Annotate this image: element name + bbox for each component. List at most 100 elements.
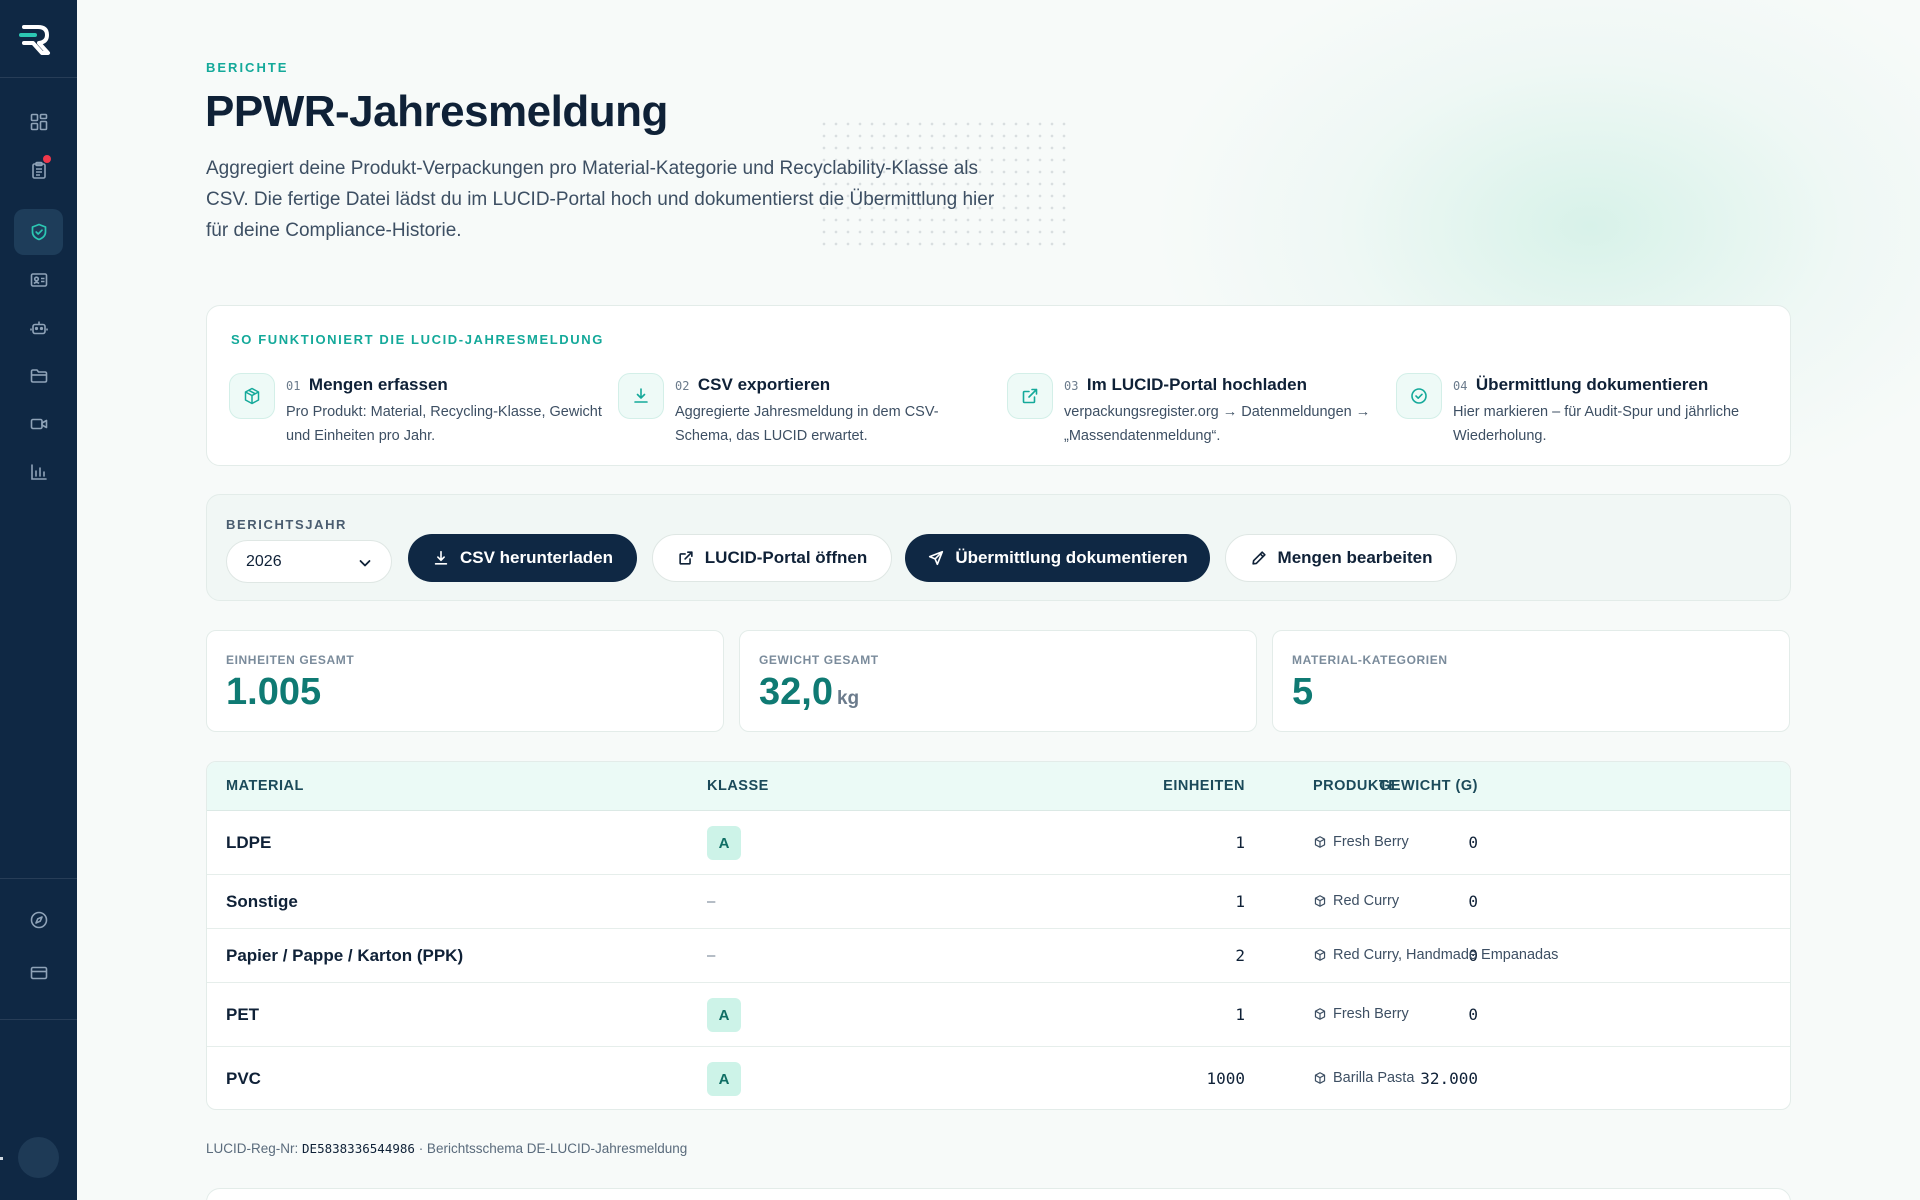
cell-material: PET xyxy=(226,1005,260,1024)
cell-material: Sonstige xyxy=(226,892,298,911)
step-title: Im LUCID-Portal hochladen xyxy=(1086,375,1307,394)
sidebar-item-files[interactable] xyxy=(14,353,63,399)
cell-gewicht: 32.000 xyxy=(1420,1069,1478,1088)
user-avatar[interactable] xyxy=(18,1137,59,1178)
chevron-down-icon xyxy=(359,560,371,567)
cell-einheiten: 2 xyxy=(1235,946,1245,965)
bar-chart-icon xyxy=(30,464,47,480)
sidebar-item-explore[interactable] xyxy=(14,897,63,943)
registration-note: LUCID-Reg-Nr: DE5838336544986 · Berichts… xyxy=(206,1141,687,1156)
stat-material-categories: MATERIAL-KATEGORIEN 5 xyxy=(1272,630,1790,732)
stat-units-total: EINHEITEN GESAMT 1.005 xyxy=(206,630,724,732)
column-header-produkte[interactable]: PRODUKTE xyxy=(1313,778,1398,794)
page-title: PPWR-Jahresmeldung xyxy=(205,87,668,136)
year-select[interactable]: 2026 xyxy=(226,540,392,583)
year-select-value: 2026 xyxy=(246,552,282,570)
step-1: 01 Mengen erfassen Pro Produkt: Material… xyxy=(229,367,609,447)
sidebar-item-compliance[interactable] xyxy=(14,209,63,255)
table-row[interactable]: PET A 1 0 Fresh Berry xyxy=(207,983,1790,1047)
sidebar-item-automation[interactable] xyxy=(14,305,63,351)
sidebar-item-videos[interactable] xyxy=(14,401,63,447)
app-logo[interactable] xyxy=(16,20,60,58)
report-schema: · Berichtsschema DE-LUCID-Jahresmeldung xyxy=(418,1141,688,1156)
check-circle-icon xyxy=(1411,388,1427,404)
stat-weight-total: GEWICHT GESAMT 32,0 kg xyxy=(739,630,1257,732)
step-3: 03 Im LUCID-Portal hochladen verpackungs… xyxy=(1007,367,1387,447)
step-number: 04 xyxy=(1453,379,1468,393)
stat-value: 32,0 kg xyxy=(759,671,860,713)
package-icon xyxy=(1314,836,1326,848)
package-icon xyxy=(1314,949,1326,961)
credit-card-icon xyxy=(30,966,47,980)
year-label: BERICHTSJAHR xyxy=(226,517,348,532)
cell-einheiten: 1 xyxy=(1235,833,1245,852)
open-lucid-portal-button[interactable]: LUCID-Portal öffnen xyxy=(652,534,892,582)
page-description: Aggregiert deine Produkt-Verpackungen pr… xyxy=(206,158,995,241)
package-icon xyxy=(1314,1072,1326,1084)
cell-produkte: Fresh Berry xyxy=(1313,1006,1409,1022)
folder-icon xyxy=(30,369,47,383)
sidebar-divider xyxy=(0,1019,77,1020)
document-submission-label: Übermittlung dokumentieren xyxy=(955,548,1188,567)
stat-value: 1.005 xyxy=(226,671,322,713)
cell-gewicht: 0 xyxy=(1468,1005,1478,1024)
sidebar-item-analytics[interactable] xyxy=(14,449,63,495)
stat-label: GEWICHT GESAMT xyxy=(759,653,879,667)
step-heading: 04 Übermittlung dokumentieren xyxy=(1453,375,1708,395)
sidebar-edge-marker xyxy=(0,1157,3,1160)
table-row[interactable]: LDPE A 1 0 Fresh Berry xyxy=(207,811,1790,875)
step-heading: 01 Mengen erfassen xyxy=(286,375,448,395)
sidebar-divider xyxy=(0,77,77,78)
notification-dot xyxy=(43,155,51,163)
send-icon xyxy=(929,550,944,566)
sidebar-item-dashboard[interactable] xyxy=(14,99,63,145)
next-section-card xyxy=(206,1188,1791,1200)
column-header-einheiten[interactable]: EINHEITEN xyxy=(1163,778,1245,794)
download-icon xyxy=(434,550,448,565)
id-card-icon xyxy=(30,273,47,287)
step-number: 01 xyxy=(286,379,301,393)
external-link-icon xyxy=(679,551,693,565)
step-title: Mengen erfassen xyxy=(308,375,448,394)
column-header-material[interactable]: MATERIAL xyxy=(226,778,304,794)
step-text: verpackungsregister.org → Datenmeldungen… xyxy=(1064,404,1371,444)
registration-number: DE5838336544986 xyxy=(302,1141,415,1156)
video-icon xyxy=(30,418,47,430)
step-4: 04 Übermittlung dokumentieren Hier marki… xyxy=(1396,367,1776,447)
class-empty: – xyxy=(707,947,716,964)
class-badge: A xyxy=(707,998,741,1032)
cell-einheiten: 1 xyxy=(1235,892,1245,911)
how-it-works-card: SO FUNKTIONIERT DIE LUCID-JAHRESMELDUNG … xyxy=(206,305,1791,466)
table-row[interactable]: Papier / Pappe / Karton (PPK) – 2 0 Red … xyxy=(207,929,1790,983)
document-submission-button[interactable]: Übermittlung dokumentieren xyxy=(905,534,1210,582)
package-icon xyxy=(244,387,260,405)
download-icon xyxy=(634,388,648,403)
registration-label: LUCID-Reg-Nr: xyxy=(206,1141,299,1156)
cell-produkte: Barilla Pasta xyxy=(1313,1070,1414,1086)
column-header-klasse[interactable]: KLASSE xyxy=(707,778,769,794)
table-row[interactable]: PVC A 1000 32.000 Barilla Pasta xyxy=(207,1047,1790,1109)
stat-unit: kg xyxy=(836,688,860,709)
cell-einheiten: 1000 xyxy=(1206,1069,1245,1088)
stat-label: MATERIAL-KATEGORIEN xyxy=(1292,653,1448,667)
sidebar-item-contacts[interactable] xyxy=(14,257,63,303)
csv-download-button[interactable]: CSV herunterladen xyxy=(408,534,637,582)
table-row[interactable]: Sonstige – 1 0 Red Curry xyxy=(207,875,1790,929)
step-text: Aggregierte Jahresmeldung in dem CSV-Sch… xyxy=(675,404,939,444)
stat-value: 5 xyxy=(1292,671,1314,713)
clipboard-icon xyxy=(31,161,46,179)
edit-quantities-button[interactable]: Mengen bearbeiten xyxy=(1225,534,1457,582)
step-2: 02 CSV exportieren Aggregierte Jahresmel… xyxy=(618,367,998,447)
csv-download-label: CSV herunterladen xyxy=(459,548,614,567)
cell-produkte: Red Curry xyxy=(1313,893,1399,909)
cell-gewicht: 0 xyxy=(1468,833,1478,852)
class-badge: A xyxy=(707,826,741,860)
sidebar-item-billing[interactable] xyxy=(14,950,63,996)
step-title: Übermittlung dokumentieren xyxy=(1475,375,1709,394)
robot-icon xyxy=(29,321,48,335)
pencil-icon xyxy=(1251,551,1266,565)
sidebar-item-reports-list[interactable] xyxy=(14,147,63,193)
class-empty: – xyxy=(707,893,716,910)
dashboard-icon xyxy=(30,113,47,131)
step-text: Hier markieren – für Audit-Spur und jähr… xyxy=(1453,404,1740,444)
